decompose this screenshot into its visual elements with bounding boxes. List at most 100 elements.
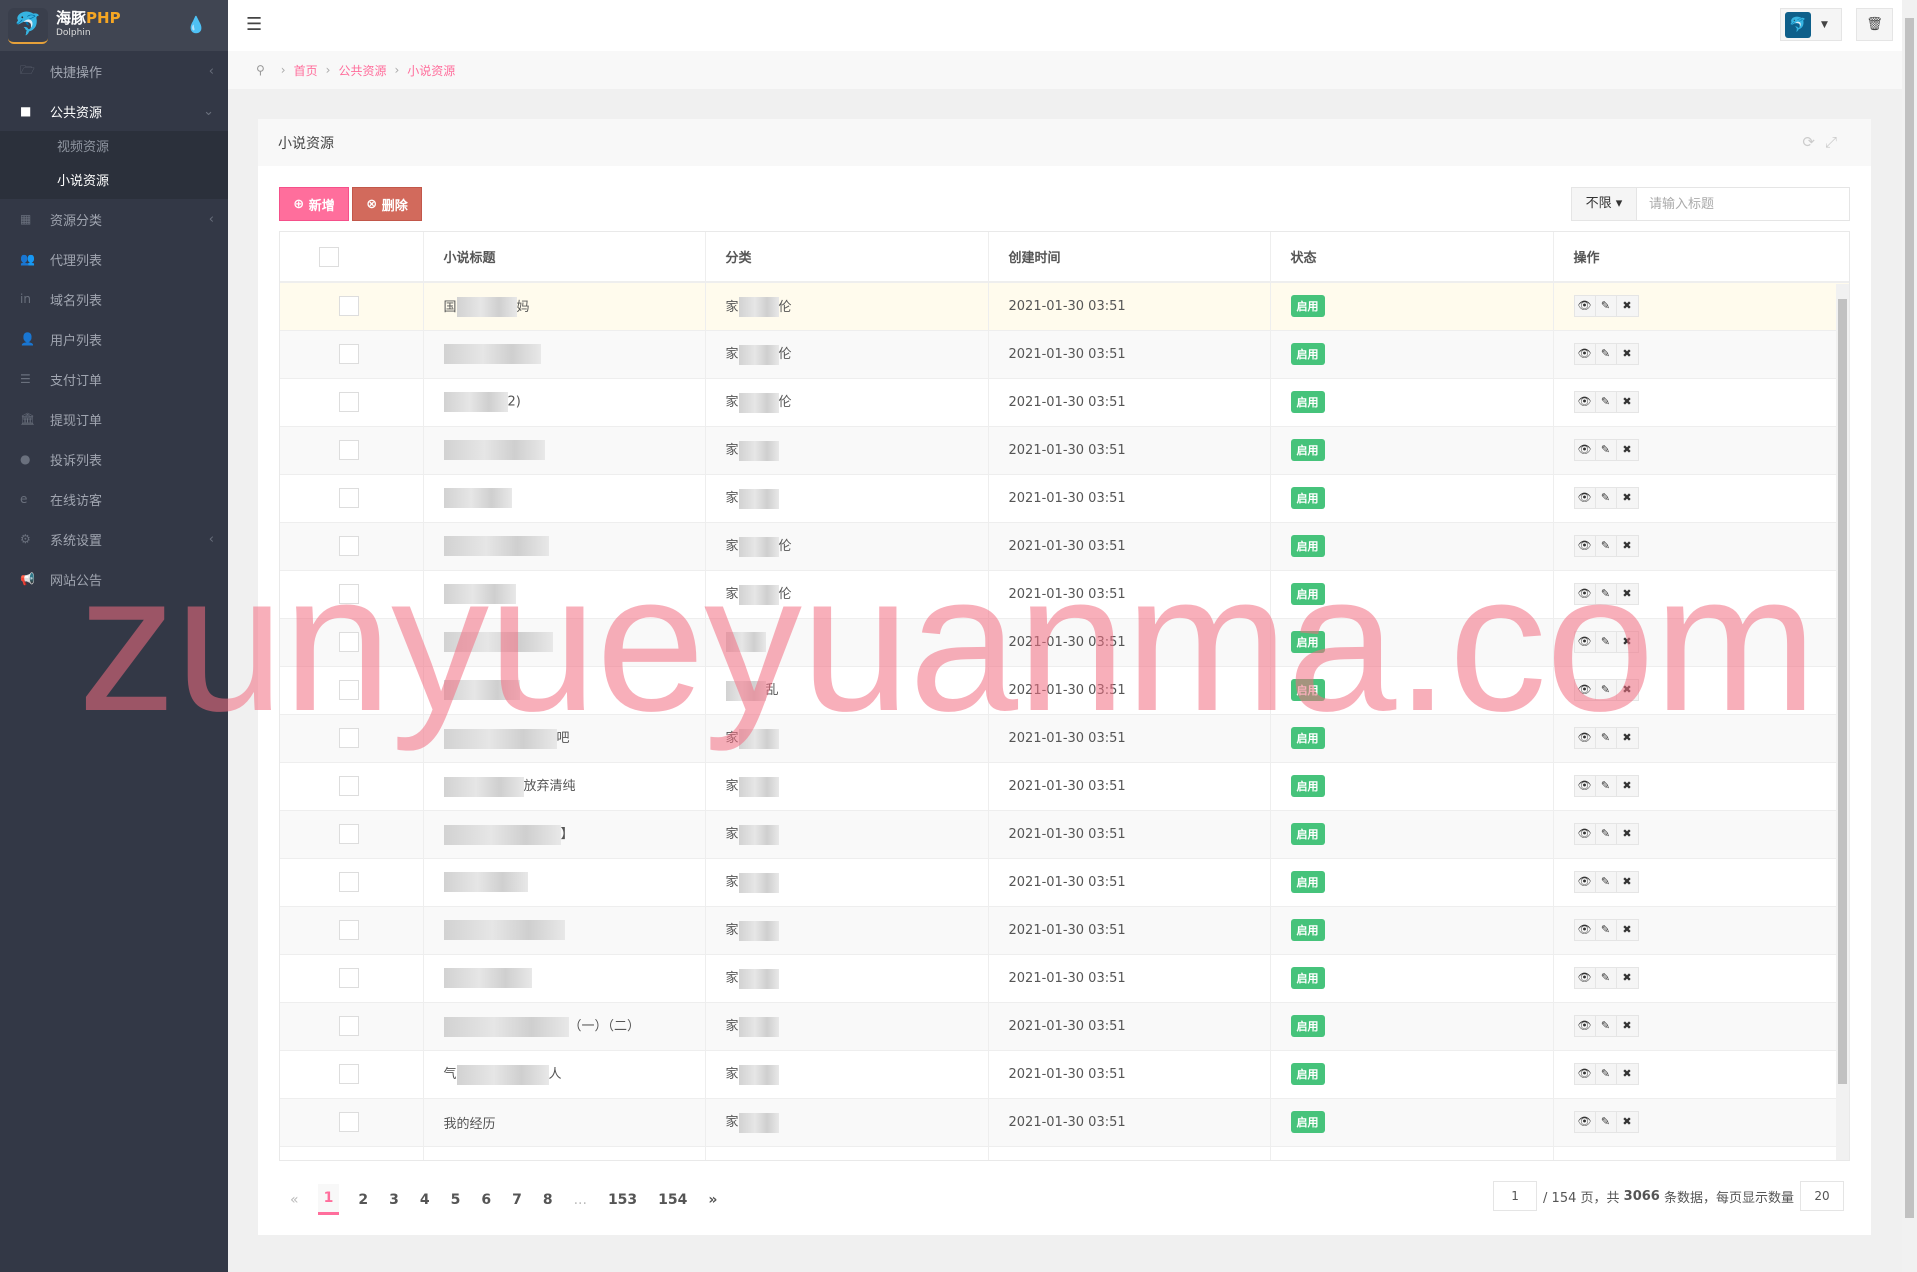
- table-row[interactable]: 吧 家 2021-01-30 03:51 启用 👁 ✎ ✖: [280, 714, 1849, 763]
- view-button[interactable]: 👁: [1575, 296, 1596, 317]
- delete-row-button[interactable]: ✖: [1617, 680, 1638, 700]
- page-scrollbar-thumb[interactable]: [1905, 18, 1914, 1218]
- sidebar-item[interactable]: e 在线访客: [0, 479, 228, 519]
- column-header-category[interactable]: 分类: [705, 232, 989, 283]
- page-button[interactable]: 154: [656, 1186, 689, 1214]
- add-button[interactable]: ⊕ 新增: [279, 187, 349, 221]
- prev-page-button[interactable]: «: [288, 1186, 301, 1214]
- status-badge[interactable]: 启用: [1290, 583, 1325, 605]
- table-row[interactable]: 家 2021-01-30 03:51 启用 👁 ✎ ✖: [280, 906, 1849, 955]
- brand-logo[interactable]: 🐬 海豚PHP Dolphin 💧: [0, 0, 228, 51]
- page-button[interactable]: 4: [418, 1186, 432, 1214]
- table-scrollbar-thumb[interactable]: [1838, 299, 1847, 1084]
- edit-button[interactable]: ✎: [1596, 872, 1617, 892]
- delete-row-button[interactable]: ✖: [1617, 344, 1638, 364]
- table-row[interactable]: 2) 家伦 2021-01-30 03:51 启用 👁 ✎ ✖: [280, 378, 1849, 427]
- page-button[interactable]: 5: [449, 1186, 463, 1214]
- page-button[interactable]: 3: [387, 1186, 401, 1214]
- table-row[interactable]: 家 2021-01-30 03:51 启用 👁 ✎ ✖: [280, 858, 1849, 907]
- table-row[interactable]: 我的经历 家 2021-01-30 03:51 启用 👁 ✎ ✖: [280, 1098, 1849, 1147]
- row-checkbox[interactable]: [339, 344, 359, 364]
- delete-row-button[interactable]: ✖: [1617, 728, 1638, 748]
- view-button[interactable]: 👁: [1575, 968, 1596, 988]
- clear-cache-button[interactable]: 🗑: [1856, 8, 1893, 41]
- row-checkbox[interactable]: [339, 920, 359, 940]
- table-row[interactable]: （一）（二） 家 2021-01-30 03:51 启用 👁 ✎ ✖: [280, 1002, 1849, 1051]
- row-checkbox[interactable]: [339, 440, 359, 460]
- status-badge[interactable]: 启用: [1290, 487, 1325, 509]
- breadcrumb-public-resources[interactable]: 公共资源: [338, 62, 386, 79]
- edit-button[interactable]: ✎: [1596, 968, 1617, 988]
- page-scrollbar[interactable]: [1902, 0, 1917, 1272]
- pagination-ellipsis[interactable]: ...: [572, 1186, 589, 1214]
- select-all-checkbox[interactable]: [319, 246, 339, 267]
- edit-button[interactable]: ✎: [1596, 1016, 1617, 1036]
- edit-button[interactable]: ✎: [1596, 1112, 1617, 1132]
- row-checkbox[interactable]: [339, 392, 359, 412]
- edit-button[interactable]: ✎: [1596, 440, 1617, 460]
- per-page-input[interactable]: 20: [1800, 1181, 1844, 1211]
- row-checkbox[interactable]: [339, 1016, 359, 1036]
- row-checkbox[interactable]: [339, 1112, 359, 1132]
- status-badge[interactable]: 启用: [1290, 1063, 1325, 1085]
- sidebar-item[interactable]: 🏛 提现订单: [0, 399, 228, 439]
- delete-row-button[interactable]: ✖: [1617, 1016, 1638, 1036]
- next-page-button[interactable]: »: [706, 1186, 719, 1214]
- status-badge[interactable]: 启用: [1290, 919, 1325, 941]
- status-badge[interactable]: 启用: [1290, 631, 1325, 653]
- page-jump-input[interactable]: 1: [1493, 1181, 1538, 1211]
- column-header-status[interactable]: 状态: [1270, 232, 1554, 283]
- edit-button[interactable]: ✎: [1596, 824, 1617, 844]
- table-row[interactable]: 气人家 2021-01-30 03:51 启用 👁 ✎ ✖: [280, 1050, 1849, 1099]
- sidebar-item[interactable]: ● 投诉列表: [0, 439, 228, 479]
- page-button[interactable]: 6: [479, 1186, 493, 1214]
- delete-row-button[interactable]: ✖: [1617, 920, 1638, 940]
- delete-row-button[interactable]: ✖: [1617, 440, 1638, 460]
- delete-button[interactable]: ⊗ 删除: [352, 187, 422, 221]
- delete-row-button[interactable]: ✖: [1617, 1064, 1638, 1084]
- view-button[interactable]: 👁: [1575, 440, 1596, 460]
- edit-button[interactable]: ✎: [1596, 392, 1617, 412]
- row-checkbox[interactable]: [339, 1160, 359, 1161]
- delete-row-button[interactable]: ✖: [1617, 1112, 1638, 1132]
- view-button[interactable]: 👁: [1575, 728, 1596, 748]
- view-button[interactable]: 👁: [1575, 824, 1596, 844]
- table-row[interactable]: [280, 1146, 1849, 1161]
- row-checkbox[interactable]: [339, 632, 359, 652]
- breadcrumb-home[interactable]: 首页: [294, 62, 318, 79]
- row-checkbox[interactable]: [339, 680, 359, 700]
- table-row[interactable]: 家 2021-01-30 03:51 启用 👁 ✎ ✖: [280, 426, 1849, 475]
- page-button[interactable]: 7: [510, 1186, 524, 1214]
- table-row[interactable]: 家伦 2021-01-30 03:51 启用 👁 ✎ ✖: [280, 522, 1849, 571]
- delete-row-button[interactable]: ✖: [1617, 488, 1638, 508]
- status-badge[interactable]: 启用: [1290, 295, 1325, 318]
- view-button[interactable]: 👁: [1575, 776, 1596, 796]
- delete-row-button[interactable]: ✖: [1617, 824, 1638, 844]
- view-button[interactable]: 👁: [1575, 920, 1596, 940]
- status-badge[interactable]: 启用: [1290, 871, 1325, 893]
- row-checkbox[interactable]: [339, 776, 359, 796]
- status-badge[interactable]: 启用: [1290, 967, 1325, 989]
- table-row[interactable]: 放弃清纯 家 2021-01-30 03:51 启用 👁 ✎ ✖: [280, 762, 1849, 811]
- sidebar-item[interactable]: ■ 公共资源 ⌄: [0, 91, 228, 131]
- table-row[interactable]: 家 2021-01-30 03:51 启用 👁 ✎ ✖: [280, 954, 1849, 1003]
- status-badge[interactable]: 启用: [1290, 679, 1325, 701]
- row-checkbox[interactable]: [339, 1064, 359, 1084]
- edit-button[interactable]: ✎: [1596, 296, 1617, 317]
- row-checkbox[interactable]: [339, 536, 359, 556]
- delete-row-button[interactable]: ✖: [1617, 776, 1638, 796]
- submenu-item[interactable]: 小说资源: [0, 165, 228, 199]
- delete-row-button[interactable]: ✖: [1617, 536, 1638, 556]
- table-row[interactable]: 家伦 2021-01-30 03:51 启用 👁 ✎ ✖: [280, 330, 1849, 379]
- breadcrumb-novel-resources[interactable]: 小说资源: [407, 62, 455, 79]
- page-button[interactable]: 8: [541, 1186, 555, 1214]
- view-button[interactable]: 👁: [1575, 536, 1596, 556]
- submenu-item[interactable]: 视频资源: [0, 131, 228, 165]
- sidebar-item[interactable]: 👥 代理列表: [0, 239, 228, 279]
- row-checkbox[interactable]: [339, 824, 359, 844]
- theme-drop-icon[interactable]: 💧: [186, 15, 206, 34]
- edit-button[interactable]: ✎: [1596, 680, 1617, 700]
- user-menu-button[interactable]: 🐬 ▼: [1780, 8, 1842, 41]
- row-checkbox[interactable]: [339, 584, 359, 604]
- fullscreen-icon[interactable]: ⤢: [1825, 133, 1847, 151]
